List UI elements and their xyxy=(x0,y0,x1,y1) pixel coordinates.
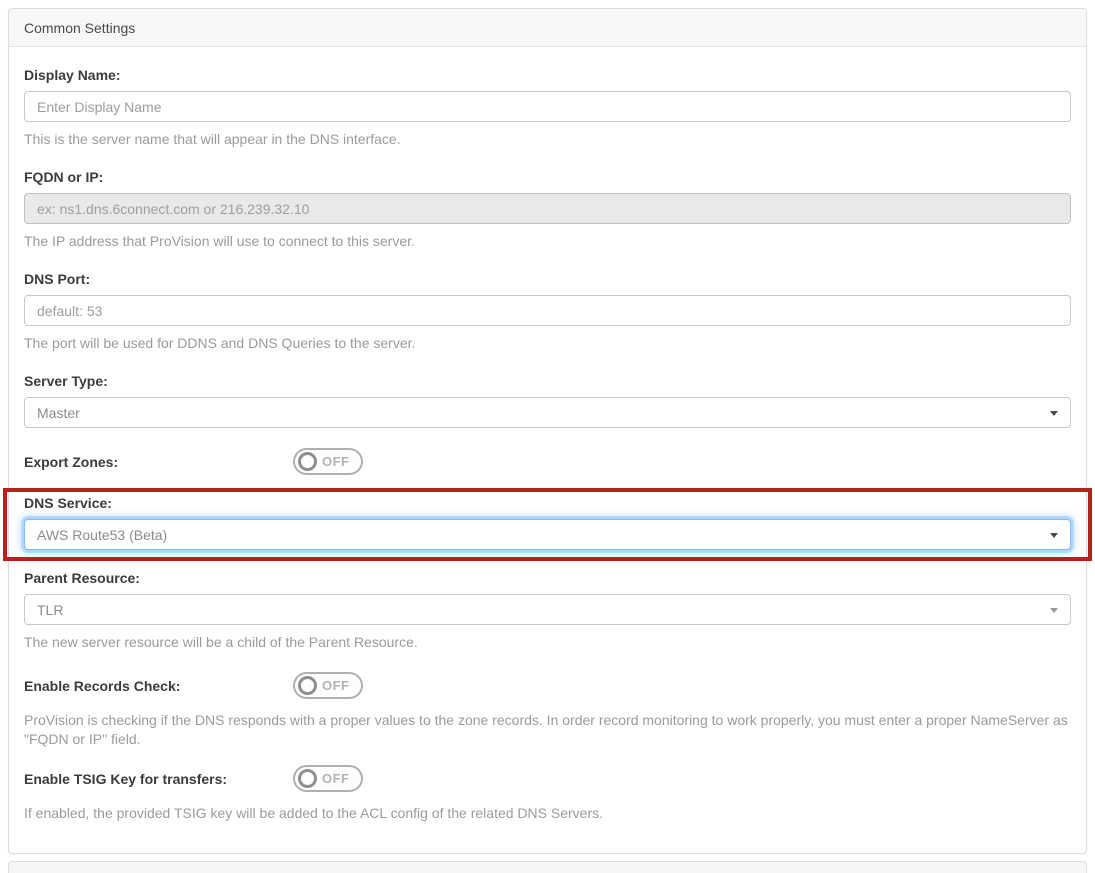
field-enable-tsig: Enable TSIG Key for transfers: OFF If en… xyxy=(24,765,1071,823)
field-dns-port: DNS Port: The port will be used for DDNS… xyxy=(24,271,1071,353)
chevron-down-icon xyxy=(1050,533,1058,538)
fqdn-label: FQDN or IP: xyxy=(24,169,1071,185)
field-export-zones: Export Zones: OFF xyxy=(24,448,1071,475)
export-zones-toggle-state: OFF xyxy=(322,454,350,469)
export-zones-label: Export Zones: xyxy=(24,454,293,470)
panel-title: Common Settings xyxy=(24,20,135,36)
display-name-input[interactable] xyxy=(24,91,1071,122)
parent-resource-label: Parent Resource: xyxy=(24,570,1071,586)
dns-port-help: The port will be used for DDNS and DNS Q… xyxy=(24,334,1071,353)
parent-resource-help: The new server resource will be a child … xyxy=(24,633,1071,652)
dns-port-input[interactable] xyxy=(24,295,1071,326)
dns-service-label: DNS Service: xyxy=(24,495,1071,511)
server-type-value: Master xyxy=(37,405,80,421)
common-settings-panel: Common Settings Display Name: This is th… xyxy=(8,8,1087,854)
dns-port-label: DNS Port: xyxy=(24,271,1071,287)
dns-service-value: AWS Route53 (Beta) xyxy=(37,527,167,543)
enable-records-check-toggle[interactable]: OFF xyxy=(293,672,363,699)
toggle-knob-icon xyxy=(298,452,317,471)
enable-tsig-row: Enable TSIG Key for transfers: OFF xyxy=(24,765,1071,792)
parent-resource-select[interactable]: TLR xyxy=(24,594,1071,625)
next-panel-top-edge xyxy=(8,861,1087,873)
field-enable-records-check: Enable Records Check: OFF ProVision is c… xyxy=(24,672,1071,749)
fqdn-input[interactable] xyxy=(24,193,1071,224)
field-dns-service: DNS Service: AWS Route53 (Beta) xyxy=(24,495,1071,550)
enable-tsig-toggle-state: OFF xyxy=(322,771,350,786)
export-zones-toggle[interactable]: OFF xyxy=(293,448,363,475)
toggle-knob-icon xyxy=(298,676,317,695)
field-display-name: Display Name: This is the server name th… xyxy=(24,67,1071,149)
fqdn-help: The IP address that ProVision will use t… xyxy=(24,232,1071,251)
enable-records-check-help: ProVision is checking if the DNS respond… xyxy=(24,711,1071,749)
server-type-label: Server Type: xyxy=(24,373,1071,389)
parent-resource-value: TLR xyxy=(37,602,63,618)
panel-header: Common Settings xyxy=(9,9,1086,47)
enable-tsig-help: If enabled, the provided TSIG key will b… xyxy=(24,804,1071,823)
field-parent-resource: Parent Resource: TLR The new server reso… xyxy=(24,570,1071,652)
dns-service-select[interactable]: AWS Route53 (Beta) xyxy=(24,519,1071,550)
enable-records-check-row: Enable Records Check: OFF xyxy=(24,672,1071,699)
display-name-help: This is the server name that will appear… xyxy=(24,130,1071,149)
panel-body: Display Name: This is the server name th… xyxy=(9,47,1086,853)
field-server-type: Server Type: Master xyxy=(24,373,1071,428)
chevron-down-icon xyxy=(1050,608,1058,613)
toggle-knob-icon xyxy=(298,769,317,788)
display-name-label: Display Name: xyxy=(24,67,1071,83)
enable-tsig-label: Enable TSIG Key for transfers: xyxy=(24,771,293,787)
server-type-select[interactable]: Master xyxy=(24,397,1071,428)
field-fqdn-or-ip: FQDN or IP: The IP address that ProVisio… xyxy=(24,169,1071,251)
enable-tsig-toggle[interactable]: OFF xyxy=(293,765,363,792)
chevron-down-icon xyxy=(1050,411,1058,416)
enable-records-check-label: Enable Records Check: xyxy=(24,678,293,694)
enable-records-check-toggle-state: OFF xyxy=(322,678,350,693)
